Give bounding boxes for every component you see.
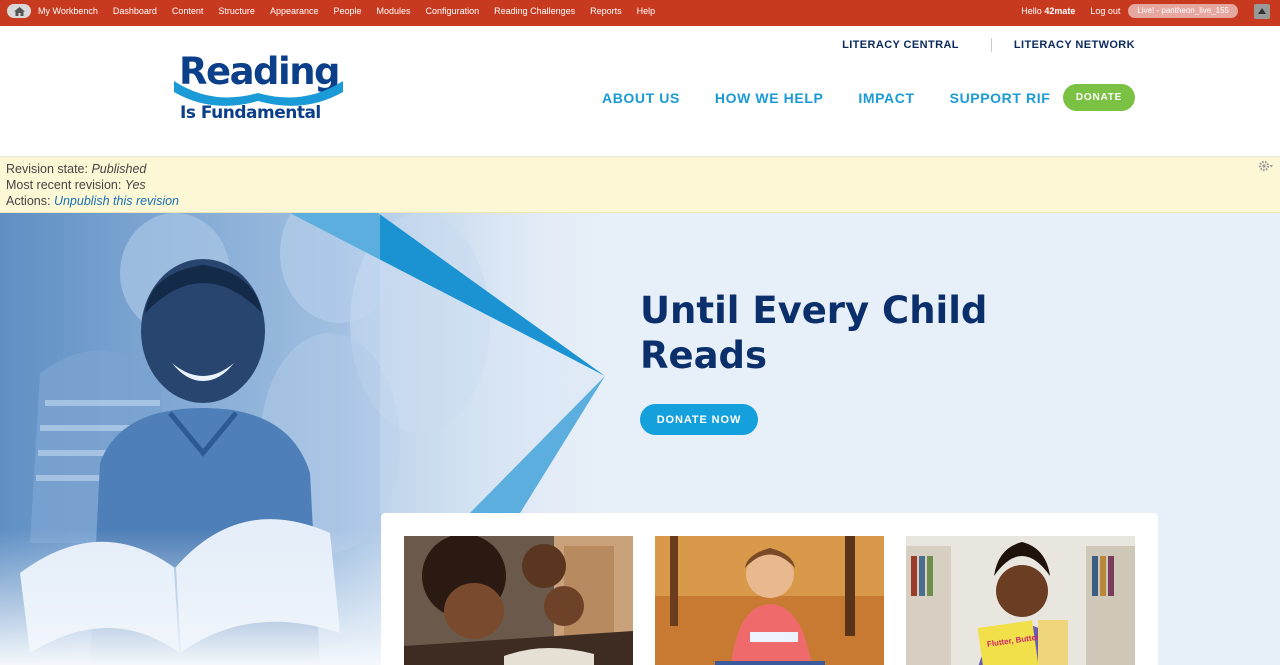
admin-menu-appearance[interactable]: Appearance	[270, 6, 319, 16]
gear-icon[interactable]	[1258, 160, 1274, 172]
revision-actions: Actions: Unpublish this revision	[6, 193, 1274, 209]
revision-state-label: Revision state:	[6, 162, 88, 176]
util-link-literacy-network[interactable]: LITERACY NETWORK	[1014, 39, 1135, 51]
revision-state: Revision state: Published	[6, 161, 1274, 177]
revision-state-value: Published	[91, 162, 147, 176]
girl-with-book-autumn-photo[interactable]	[655, 536, 884, 665]
admin-menu-content[interactable]: Content	[172, 6, 204, 16]
admin-menu-structure[interactable]: Structure	[218, 6, 255, 16]
admin-menu-dashboard[interactable]: Dashboard	[113, 6, 157, 16]
family-reading-photo[interactable]	[404, 536, 633, 665]
environment-badge: Live! - pantheon_live_155	[1128, 4, 1238, 18]
home-icon[interactable]	[7, 4, 31, 18]
util-link-literacy-central[interactable]: LITERACY CENTRAL	[842, 39, 959, 51]
logout-link[interactable]: Log out	[1090, 6, 1120, 16]
nav-about-us[interactable]: ABOUT US	[602, 90, 680, 106]
admin-menu-reading-challenges[interactable]: Reading Challenges	[494, 6, 575, 16]
admin-menu-people[interactable]: People	[333, 6, 361, 16]
feature-cards: Flutter, Butterfly!	[381, 513, 1158, 665]
hero-title-line2: Reads	[640, 334, 768, 377]
main-nav: ABOUT US HOW WE HELP IMPACT SUPPORT RIF	[602, 90, 1085, 106]
admin-toolbar: My Workbench Dashboard Content Structure…	[0, 0, 1280, 26]
admin-menu-my-workbench[interactable]: My Workbench	[38, 6, 98, 16]
donate-button[interactable]: DONATE	[1063, 84, 1135, 111]
logo-line1: Reading	[179, 50, 339, 93]
admin-menu-reports[interactable]: Reports	[590, 6, 622, 16]
admin-user-area: Hello 42mate Log out Live! - pantheon_li…	[1021, 0, 1270, 22]
admin-menu-modules[interactable]: Modules	[377, 6, 411, 16]
util-divider	[990, 38, 992, 52]
logo-line2: Is Fundamental	[180, 103, 321, 123]
girl-holding-books-photo[interactable]: Flutter, Butterfly!	[906, 536, 1135, 665]
revision-recent-label: Most recent revision:	[6, 178, 122, 192]
username-link[interactable]: 42mate	[1044, 6, 1075, 16]
rif-logo[interactable]: Reading Is Fundamental	[172, 48, 347, 124]
hero-title: Until Every Child Reads	[640, 288, 1060, 378]
nav-impact[interactable]: IMPACT	[858, 90, 914, 106]
donate-now-button[interactable]: DONATE NOW	[640, 404, 758, 435]
admin-menu-help[interactable]: Help	[637, 6, 656, 16]
admin-menu: My Workbench Dashboard Content Structure…	[38, 0, 670, 22]
admin-greeting: Hello 42mate	[1021, 6, 1075, 16]
revision-recent-value: Yes	[124, 178, 146, 192]
nav-how-we-help[interactable]: HOW WE HELP	[715, 90, 823, 106]
admin-menu-configuration[interactable]: Configuration	[426, 6, 480, 16]
triangle-up-icon[interactable]	[1254, 3, 1270, 19]
hero-title-line1: Until Every Child	[640, 289, 988, 332]
hero-section: Until Every Child Reads DONATE NOW Flutt…	[0, 213, 1280, 665]
revision-actions-label: Actions:	[6, 194, 51, 208]
greeting-prefix: Hello	[1021, 6, 1042, 16]
revision-info: Revision state: Published Most recent re…	[0, 157, 1280, 213]
site-header: Reading Is Fundamental LITERACY CENTRAL …	[0, 26, 1280, 157]
utility-nav: LITERACY CENTRAL LITERACY NETWORK	[842, 38, 1135, 52]
unpublish-revision-link[interactable]: Unpublish this revision	[54, 194, 179, 208]
nav-support-rif[interactable]: SUPPORT RIF	[950, 90, 1051, 106]
revision-recent: Most recent revision: Yes	[6, 177, 1274, 193]
